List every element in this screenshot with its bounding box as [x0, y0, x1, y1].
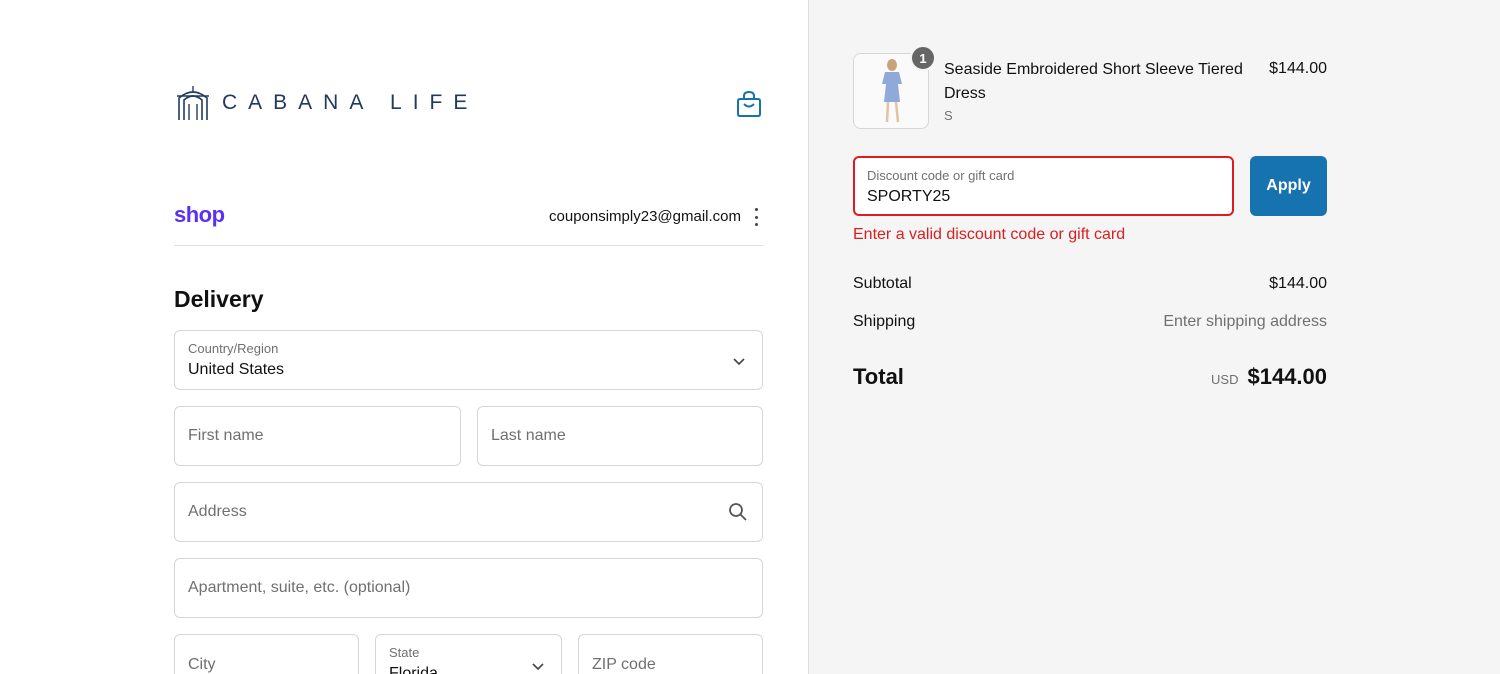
- first-name-field[interactable]: First name: [174, 406, 461, 466]
- checkout-main-column: CABANA LIFE shop couponsimply23@gmail.co…: [0, 0, 808, 674]
- delivery-heading: Delivery: [174, 286, 264, 312]
- apply-button[interactable]: Apply: [1250, 156, 1327, 216]
- discount-error-message: Enter a valid discount code or gift card: [853, 226, 1126, 243]
- first-name-placeholder: First name: [188, 427, 264, 444]
- quantity-badge: 1: [910, 45, 936, 71]
- apartment-placeholder: Apartment, suite, etc. (optional): [188, 579, 411, 596]
- shipping-label: Shipping: [853, 313, 916, 330]
- address-field[interactable]: Address: [174, 482, 763, 542]
- zip-placeholder: ZIP code: [592, 656, 656, 673]
- total-amount: USD $144.00: [1211, 364, 1327, 390]
- total-currency: USD: [1211, 372, 1239, 387]
- last-name-field[interactable]: Last name: [477, 406, 763, 466]
- zip-field[interactable]: ZIP code: [578, 634, 763, 674]
- search-icon: [729, 503, 747, 521]
- discount-code-input[interactable]: Discount code or gift card SPORTY25: [853, 156, 1234, 216]
- address-placeholder: Address: [188, 503, 247, 520]
- shop-pay-account-row: shop couponsimply23@gmail.com: [174, 200, 763, 246]
- country-value: United States: [188, 361, 285, 378]
- city-placeholder: City: [188, 656, 216, 673]
- last-name-placeholder: Last name: [491, 427, 566, 444]
- account-email: couponsimply23@gmail.com: [549, 208, 741, 225]
- subtotal-label: Subtotal: [853, 275, 912, 292]
- country-select[interactable]: Country/Region United States: [174, 330, 763, 390]
- product-price: $144.00: [1269, 60, 1327, 77]
- shipping-value: Enter shipping address: [1163, 313, 1327, 330]
- state-select[interactable]: State Florida: [375, 634, 562, 674]
- shop-pay-logo: shop: [174, 202, 225, 227]
- kebab-menu-icon[interactable]: [753, 208, 759, 226]
- shopping-bag-icon[interactable]: [736, 90, 762, 118]
- total-label: Total: [853, 364, 904, 389]
- chevron-down-icon: [733, 358, 745, 366]
- cabana-arch-icon: [177, 86, 209, 120]
- state-label: State: [389, 645, 420, 660]
- apartment-field[interactable]: Apartment, suite, etc. (optional): [174, 558, 763, 618]
- discount-code-label: Discount code or gift card: [867, 168, 1015, 183]
- subtotal-value: $144.00: [1269, 275, 1327, 292]
- city-field[interactable]: City: [174, 634, 359, 674]
- state-value: Florida: [389, 665, 438, 674]
- brand-logo-text: CABANA LIFE: [222, 91, 479, 114]
- chevron-down-icon: [532, 663, 544, 671]
- country-label: Country/Region: [188, 341, 279, 356]
- total-value: $144.00: [1247, 364, 1327, 389]
- brand-logo[interactable]: CABANA LIFE: [176, 84, 478, 122]
- product-name: Seaside Embroidered Short Sleeve Tiered …: [944, 61, 1243, 102]
- product-variant: S: [944, 108, 953, 123]
- discount-code-value: SPORTY25: [867, 188, 951, 205]
